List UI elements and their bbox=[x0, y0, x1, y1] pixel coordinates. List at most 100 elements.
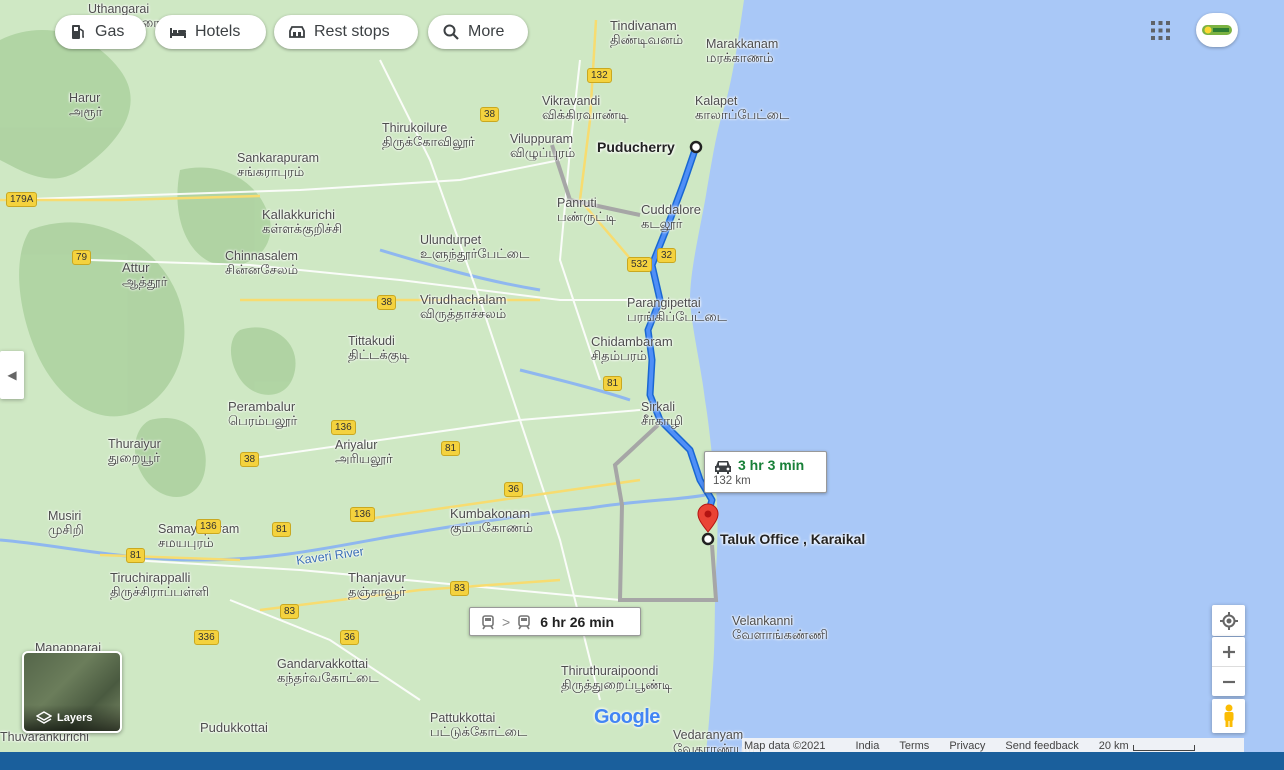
place-label: Viluppuram விழுப்புரம் bbox=[510, 132, 576, 160]
map-canvas[interactable] bbox=[0, 0, 1284, 770]
privacy-link[interactable]: Privacy bbox=[949, 740, 985, 752]
rest-stops-label: Rest stops bbox=[314, 23, 390, 40]
map-data-attribution: Map data ©2021 bbox=[744, 740, 826, 752]
expand-panel-button[interactable]: ◀ bbox=[0, 351, 24, 399]
origin-marker[interactable] bbox=[689, 140, 703, 154]
drive-time: 3 hr 3 min bbox=[738, 457, 805, 473]
scale-label[interactable]: 20 km bbox=[1099, 740, 1129, 752]
place-label: Thirukoilure திருக்கோவிலூர் bbox=[382, 121, 475, 149]
highway-shield: 36 bbox=[504, 482, 524, 497]
transit-time: 6 hr 26 min bbox=[540, 613, 615, 630]
scale-bar bbox=[1132, 745, 1195, 751]
minus-icon bbox=[1222, 680, 1235, 683]
place-label: Tiruchirappalli திருச்சிராப்பள்ளி bbox=[110, 570, 210, 599]
send-feedback-link[interactable]: Send feedback bbox=[1005, 740, 1078, 752]
drive-distance: 132 km bbox=[713, 475, 751, 487]
destination-marker[interactable] bbox=[701, 532, 715, 546]
place-label: Tittakudi திட்டக்குடி bbox=[348, 334, 410, 362]
place-label: Musiri முசிறி bbox=[48, 509, 84, 537]
my-location-button[interactable] bbox=[1212, 605, 1245, 636]
plus-icon bbox=[1222, 645, 1235, 658]
highway-shield: 81 bbox=[441, 441, 461, 456]
layers-label: Layers bbox=[57, 712, 93, 724]
highway-shield: 36 bbox=[340, 630, 360, 645]
highway-shield: 532 bbox=[627, 257, 652, 272]
place-label: Pattukkottai பட்டுக்கோட்டை bbox=[430, 711, 528, 739]
place-label: Chinnasalem சின்னசேலம் bbox=[225, 249, 299, 277]
account-logo-icon bbox=[1202, 25, 1232, 35]
place-label: Thiruthuraipoondi திருத்துறைப்பூண்டி bbox=[561, 664, 673, 692]
train-icon bbox=[518, 614, 530, 629]
destination-label[interactable]: Taluk Office , Karaikal bbox=[720, 531, 865, 547]
layers-button[interactable]: Layers bbox=[22, 651, 122, 733]
gas-pump-icon bbox=[72, 25, 84, 39]
highway-shield: 132 bbox=[587, 68, 612, 83]
place-label: Ulundurpet உளுந்தூர்பேட்டை bbox=[420, 233, 530, 261]
place-label: Chidambaram சிதம்பரம் bbox=[591, 334, 673, 363]
highway-shield: 136 bbox=[331, 420, 356, 435]
highway-shield: 83 bbox=[450, 581, 470, 596]
highway-shield: 136 bbox=[196, 519, 221, 534]
search-icon bbox=[443, 24, 459, 40]
apps-grid-icon[interactable] bbox=[1150, 20, 1171, 41]
place-label: Panruti பண்ருட்டி bbox=[557, 196, 616, 224]
place-label: Attur ஆத்தூர் bbox=[122, 260, 168, 289]
drive-time-bubble[interactable]: 3 hr 3 min 132 km bbox=[704, 451, 827, 493]
caret-left-icon: ◀ bbox=[7, 368, 17, 382]
more-button[interactable]: More bbox=[428, 15, 528, 49]
highway-shield: 81 bbox=[126, 548, 146, 563]
place-label: Pudukkottai bbox=[200, 720, 268, 735]
train-icon bbox=[482, 614, 494, 629]
place-label: Parangipettai பரங்கிப்பேட்டை bbox=[627, 296, 728, 324]
highway-shield: 81 bbox=[272, 522, 292, 537]
hotels-button[interactable]: Hotels bbox=[155, 15, 266, 49]
zoom-controls bbox=[1212, 637, 1245, 696]
highway-shield: 81 bbox=[603, 376, 623, 391]
avatar[interactable] bbox=[1196, 13, 1238, 47]
place-label: Sankarapuram சங்கராபுரம் bbox=[237, 151, 319, 179]
place-label: Thanjavur தஞ்சாவூர் bbox=[348, 570, 406, 599]
place-label: Kalapet காலாப்பேட்டை bbox=[695, 94, 790, 122]
place-label: Sirkali சீர்காழி bbox=[641, 400, 683, 428]
place-label: Marakkanam மரக்காணம் bbox=[706, 37, 779, 65]
highway-shield: 38 bbox=[240, 452, 260, 467]
google-logo: Google bbox=[594, 706, 660, 728]
place-label: Ariyalur அரியலூர் bbox=[335, 438, 393, 466]
highway-shield: 83 bbox=[280, 604, 300, 619]
place-label: Cuddalore கடலூர் bbox=[641, 202, 701, 231]
terms-link[interactable]: Terms bbox=[899, 740, 929, 752]
chevron-right-icon: > bbox=[502, 613, 511, 630]
more-label: More bbox=[468, 23, 505, 40]
highway-shield: 38 bbox=[480, 107, 500, 122]
place-label: Virudhachalam விருத்தாச்சலம் bbox=[420, 292, 507, 321]
os-taskbar bbox=[0, 752, 1284, 770]
place-label: Vikravandi விக்கிரவாண்டி bbox=[542, 94, 629, 122]
zoom-out-button[interactable] bbox=[1212, 667, 1245, 696]
place-label: Perambalur பெரம்பலூர் bbox=[228, 399, 298, 428]
zoom-in-button[interactable] bbox=[1212, 637, 1245, 667]
pegman-icon bbox=[1224, 704, 1233, 727]
place-label: Kallakkurichi கள்ளக்குறிச்சி bbox=[262, 207, 343, 236]
location-target-icon bbox=[1219, 611, 1238, 630]
highway-shield: 336 bbox=[194, 630, 219, 645]
highway-shield: 38 bbox=[377, 295, 397, 310]
gas-button[interactable]: Gas bbox=[55, 15, 146, 49]
transit-time-bubble[interactable]: > 6 hr 26 min bbox=[469, 607, 641, 636]
origin-label[interactable]: Puducherry bbox=[597, 139, 675, 155]
place-label: Tindivanam திண்டிவனம் bbox=[610, 18, 684, 47]
rest-stops-button[interactable]: Rest stops bbox=[274, 15, 418, 49]
hotels-label: Hotels bbox=[195, 23, 241, 40]
street-view-button[interactable] bbox=[1212, 699, 1245, 733]
highway-shield: 179A bbox=[6, 192, 38, 207]
layers-icon bbox=[36, 711, 52, 724]
place-label: Velankanni வேளாங்கண்ணி bbox=[732, 614, 828, 642]
country-link[interactable]: India bbox=[856, 740, 880, 752]
place-label: Thuraiyur துறையூர் bbox=[108, 437, 161, 465]
highway-shield: 79 bbox=[72, 250, 92, 265]
gas-label: Gas bbox=[95, 23, 125, 40]
rest-stop-icon bbox=[289, 26, 305, 38]
highway-shield: 136 bbox=[350, 507, 375, 522]
bed-icon bbox=[170, 28, 186, 38]
place-label: Gandarvakkottai கந்தர்வகோட்டை bbox=[277, 657, 379, 685]
place-label: Kumbakonam கும்பகோணம் bbox=[450, 506, 533, 535]
